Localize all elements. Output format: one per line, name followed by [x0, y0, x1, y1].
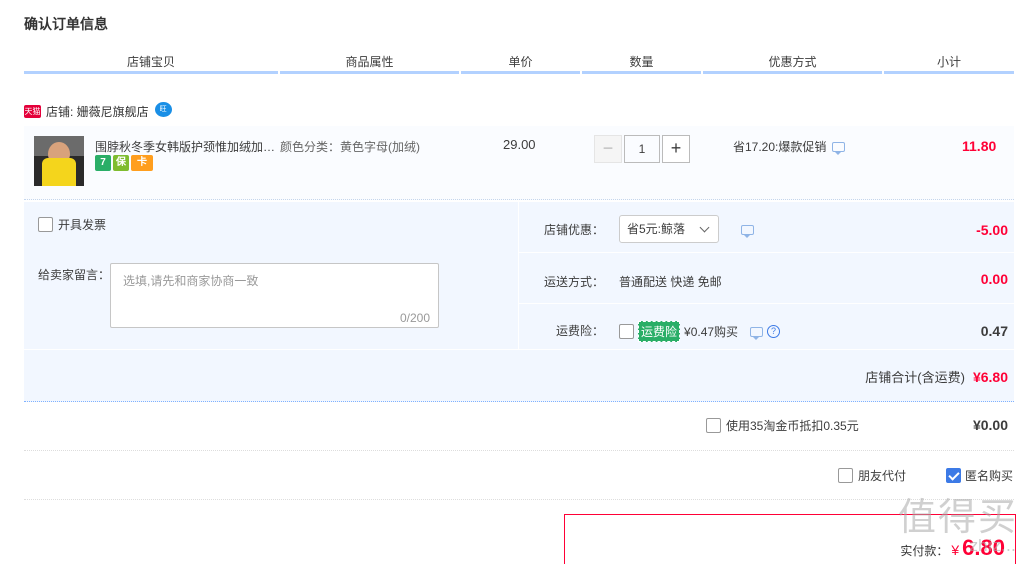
quantity-decrease-button[interactable]: − — [594, 135, 622, 163]
insurance-value: 0.47 — [980, 323, 1008, 339]
watermark-logo: 值得买 — [897, 495, 1018, 539]
message-placeholder: 选填,请先和商家协商一致 — [123, 274, 259, 288]
column-header-discount: 优惠方式 — [703, 54, 882, 74]
seven-day-return-icon[interactable]: 7 — [95, 155, 111, 171]
shipping-value: 0.00 — [980, 271, 1008, 287]
seller-message-input[interactable]: 选填,请先和商家协商一致 0/200 — [110, 263, 439, 328]
guarantee-icon[interactable]: 保 — [113, 155, 129, 171]
insurance-info-icon[interactable] — [750, 326, 764, 340]
insurance-checkbox[interactable] — [619, 324, 634, 339]
chevron-down-icon — [699, 222, 710, 233]
promo-info-icon[interactable] — [832, 141, 846, 155]
column-header-item: 店铺宝贝 — [24, 54, 278, 74]
shop-discount-select[interactable]: 省5元:鲸落 — [619, 215, 719, 243]
final-label: 实付款： — [900, 544, 949, 558]
shipping-label: 运送方式： — [544, 275, 605, 289]
product-property: 颜色分类：黄色字母(加绒) — [280, 140, 420, 154]
shop-total: 店铺合计(含运费) ¥6.80 — [865, 367, 1008, 386]
shop-header: 天猫 店铺: 姗薇尼旗舰店 旺 — [24, 101, 172, 120]
anonymous-label: 匿名购买 — [965, 469, 1014, 483]
anonymous-checkbox[interactable] — [946, 468, 961, 483]
shop-discount-selected: 省5元:鲸落 — [627, 222, 686, 236]
friend-pay-label: 朋友代付 — [858, 469, 907, 483]
service-icons: 7 保 卡 — [95, 155, 153, 171]
insurance-label: 运费险： — [556, 324, 605, 338]
shop-discount-label: 店铺优惠： — [544, 223, 605, 237]
friend-pay-checkbox[interactable] — [838, 468, 853, 483]
column-header-subtotal: 小计 — [884, 54, 1014, 74]
shop-total-label: 店铺合计(含运费) — [865, 370, 965, 385]
item-subtotal: 11.80 — [962, 138, 997, 154]
shop-name[interactable]: 店铺: 姗薇尼旗舰店 — [46, 103, 149, 120]
help-icon[interactable]: ? — [767, 325, 781, 338]
invoice-label: 开具发票 — [58, 218, 107, 232]
taobao-coin-option[interactable]: 使用35淘金币抵扣0.35元 — [706, 417, 859, 434]
product-thumbnail[interactable] — [34, 136, 84, 186]
order-options-panel: 开具发票 给卖家留言： 选填,请先和商家协商一致 0/200 店铺优惠： 省5元… — [24, 202, 1014, 402]
promotion-text: 省17.20:爆款促销 — [733, 140, 827, 154]
product-title[interactable]: 围脖秋冬季女韩版护颈惟加绒加… — [95, 138, 275, 155]
final-currency: ¥ — [951, 542, 960, 558]
coin-checkbox[interactable] — [706, 418, 721, 433]
quantity-input[interactable]: 1 — [624, 135, 660, 163]
page-title: 确认订单信息 — [24, 16, 108, 32]
message-label: 给卖家留言： — [38, 268, 111, 282]
shop-discount-value: -5.00 — [976, 222, 1008, 238]
table-header: 店铺宝贝 商品属性 单价 数量 优惠方式 小计 — [24, 54, 1014, 74]
tmall-icon: 天猫 — [24, 104, 41, 118]
unit-price: 29.00 — [503, 137, 536, 152]
column-header-quantity: 数量 — [582, 54, 701, 74]
quantity-increase-button[interactable]: + — [662, 135, 690, 163]
shop-total-value: ¥6.80 — [972, 368, 1008, 385]
anonymous-option[interactable]: 匿名购买 — [946, 467, 1013, 484]
column-header-property: 商品属性 — [280, 54, 459, 74]
watermark-url: zhiz... — [969, 536, 1016, 555]
shipping-method: 普通配送 快递 免邮 — [619, 275, 722, 289]
insurance-option[interactable]: 运费险 ¥0.47购买 ? — [619, 321, 781, 342]
promotion: 省17.20:爆款促销 — [733, 138, 846, 155]
quantity-stepper: − 1 + — [594, 135, 690, 163]
wangwang-chat-icon[interactable]: 旺 — [154, 101, 172, 117]
coin-value: ¥0.00 — [972, 417, 1008, 433]
order-item-row: 围脖秋冬季女韩版护颈惟加绒加… 7 保 卡 颜色分类：黄色字母(加绒) 29.0… — [24, 126, 1014, 200]
credit-card-icon[interactable]: 卡 — [131, 155, 153, 171]
discount-info-icon[interactable] — [741, 225, 754, 238]
coin-label: 使用35淘金币抵扣0.35元 — [726, 419, 859, 433]
invoice-checkbox[interactable] — [38, 217, 53, 232]
invoice-option[interactable]: 开具发票 — [38, 216, 106, 233]
column-header-price: 单价 — [461, 54, 580, 74]
insurance-price: ¥0.47购买 — [684, 325, 739, 339]
insurance-tag: 运费险 — [638, 321, 681, 342]
friend-pay-option[interactable]: 朋友代付 — [838, 467, 906, 484]
message-counter: 0/200 — [399, 311, 430, 325]
